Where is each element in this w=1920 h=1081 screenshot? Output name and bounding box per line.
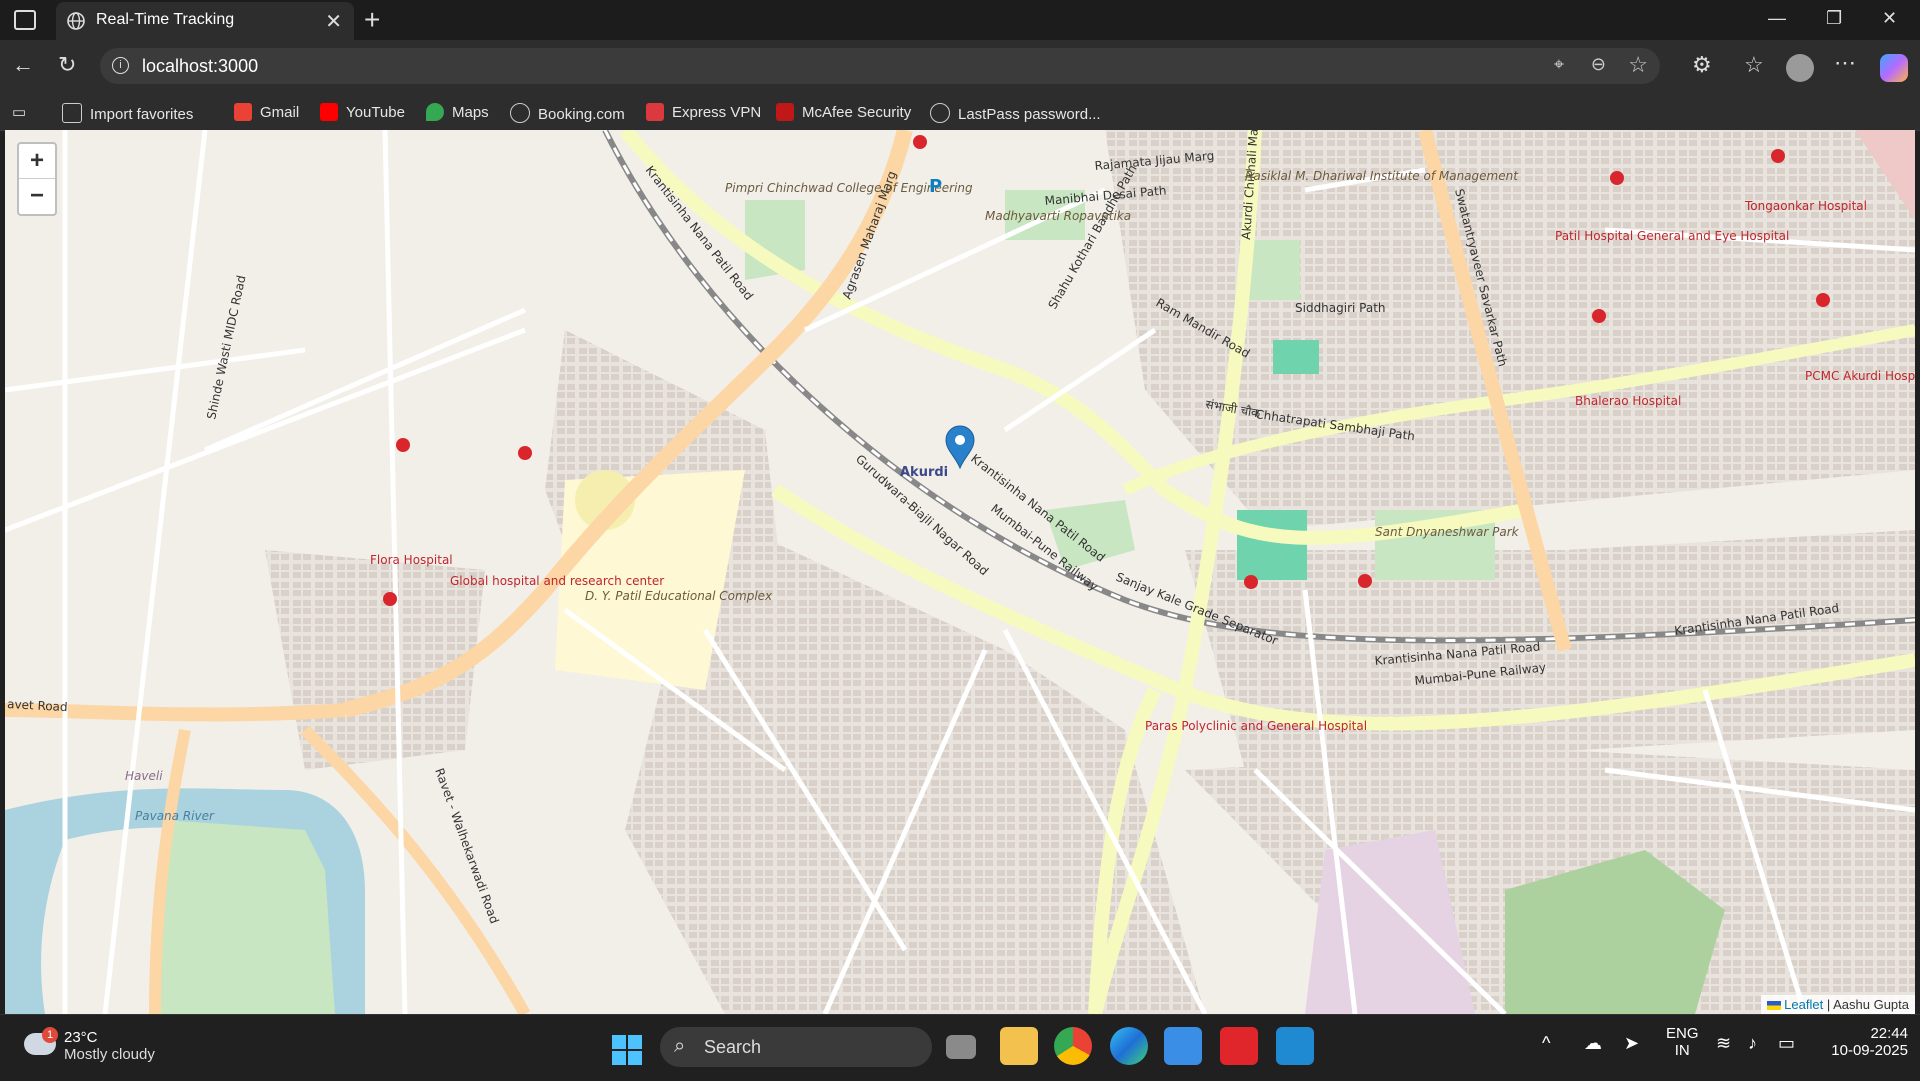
chevron-up-icon[interactable]: ^ xyxy=(1542,1033,1550,1054)
place-label: Pavana River xyxy=(135,809,215,823)
place-label: Haveli xyxy=(125,769,163,783)
globe-icon xyxy=(930,103,950,123)
globe-icon xyxy=(510,103,530,123)
back-icon[interactable]: ← xyxy=(12,52,34,78)
zoom-out-button[interactable]: − xyxy=(19,179,55,213)
zoom-out-icon[interactable]: ⊖ xyxy=(1591,54,1606,75)
hospital-label: Flora Hospital xyxy=(370,553,453,567)
fav-mcafee[interactable]: McAfee Security xyxy=(776,103,911,121)
fav-maps[interactable]: Maps xyxy=(426,103,489,121)
tab-close-icon[interactable]: ✕ xyxy=(325,9,342,34)
import-icon xyxy=(62,103,82,123)
fav-gmail[interactable]: Gmail xyxy=(234,103,299,121)
favorites-icon[interactable]: ☆ xyxy=(1744,52,1764,78)
map-tiles[interactable]: Krantisinha Nana Patil Road Agrasen Maha… xyxy=(5,130,1915,1014)
map-attribution: Leaflet | Aashu Gupta xyxy=(1760,995,1915,1014)
globe-icon xyxy=(67,12,85,30)
more-options-icon[interactable]: ⋯ xyxy=(1834,50,1856,76)
address-bar[interactable]: i localhost:3000 ⌖ ⊖ ☆ xyxy=(100,48,1660,84)
flag-icon xyxy=(1766,1001,1781,1010)
browser-toolbar: ← ↻ i localhost:3000 ⌖ ⊖ ☆ ⚙ ☆ ⋯ xyxy=(0,40,1920,96)
place-label: D. Y. Patil Educational Complex xyxy=(585,589,773,603)
chrome-icon[interactable] xyxy=(1054,1027,1092,1065)
clock[interactable]: 22:44 10-09-2025 xyxy=(1812,1025,1908,1059)
profile-avatar[interactable] xyxy=(1786,54,1814,82)
zoom-in-button[interactable]: + xyxy=(19,144,55,179)
telegram-icon[interactable]: ➤ xyxy=(1624,1033,1639,1054)
new-tab-button[interactable]: + xyxy=(364,4,380,36)
language-indicator[interactable]: ENG IN xyxy=(1666,1025,1699,1059)
weather-condition: Mostly cloudy xyxy=(64,1046,155,1063)
edge-icon[interactable] xyxy=(1110,1027,1148,1065)
attribution-author: Aashu Gupta xyxy=(1833,997,1909,1012)
windows-start-icon[interactable] xyxy=(612,1035,642,1065)
place-label: Rasiklal M. Dhariwal Institute of Manage… xyxy=(1245,169,1519,183)
weather-temp: 23°C xyxy=(64,1029,98,1046)
gmail-icon xyxy=(234,103,252,121)
clock-time: 22:44 xyxy=(1870,1025,1908,1042)
map-container[interactable]: Krantisinha Nana Patil Road Agrasen Maha… xyxy=(5,130,1915,1014)
hospital-label: Patil Hospital General and Eye Hospital xyxy=(1555,229,1789,243)
fav-express-vpn[interactable]: Express VPN xyxy=(646,103,761,121)
taskbar-search[interactable]: ⌕ Search xyxy=(660,1027,932,1067)
volume-icon[interactable]: ♪ xyxy=(1748,1033,1757,1054)
svg-text:P: P xyxy=(929,176,942,197)
leaflet-link[interactable]: Leaflet xyxy=(1784,997,1823,1012)
tab-real-time-tracking[interactable]: Real-Time Tracking ✕ xyxy=(56,2,354,40)
close-window-button[interactable]: ✕ xyxy=(1882,8,1897,29)
favorites-bar: ▭ Import favorites Gmail YouTube Maps Bo… xyxy=(0,96,1920,131)
maximize-button[interactable]: ❐ xyxy=(1826,8,1842,29)
title-bar: Real-Time Tracking ✕ + — ❐ ✕ xyxy=(0,0,1920,40)
taskbar: 1 23°C Mostly cloudy ⌕ Search ^ ☁ ➤ ENG I… xyxy=(0,1014,1920,1081)
location-icon[interactable]: ⌖ xyxy=(1554,54,1564,75)
wifi-icon[interactable]: ≋ xyxy=(1716,1033,1731,1054)
onedrive-icon[interactable]: ☁ xyxy=(1584,1033,1602,1054)
clock-date: 10-09-2025 xyxy=(1831,1042,1908,1059)
refresh-icon[interactable]: ↻ xyxy=(58,52,76,78)
tab-title: Real-Time Tracking xyxy=(96,11,235,28)
fav-lastpass[interactable]: LastPass password... xyxy=(930,103,1101,123)
store-icon[interactable] xyxy=(1164,1027,1202,1065)
road-label: Siddhagiri Path xyxy=(1295,301,1386,315)
search-label: Search xyxy=(704,1037,762,1057)
file-explorer-icon[interactable] xyxy=(1000,1027,1038,1065)
hospital-label: Paras Polyclinic and General Hospital xyxy=(1145,719,1367,733)
battery-icon[interactable]: ▭ xyxy=(1778,1033,1795,1054)
copilot-icon[interactable] xyxy=(1880,54,1908,82)
attribution-separator: | xyxy=(1823,997,1834,1012)
hospital-label: Tongaonkar Hospital xyxy=(1744,199,1867,213)
wps-office-icon[interactable] xyxy=(1220,1027,1258,1065)
info-icon[interactable]: i xyxy=(112,57,129,74)
sidebar-toggle-icon[interactable] xyxy=(14,10,36,30)
youtube-icon xyxy=(320,103,338,121)
url-text: localhost:3000 xyxy=(142,56,259,76)
expressvpn-icon xyxy=(646,103,664,121)
mcafee-icon xyxy=(776,103,794,121)
search-icon: ⌕ xyxy=(674,1035,686,1057)
hospital-label: Global hospital and research center xyxy=(450,574,664,588)
hospital-label: Bhalerao Hospital xyxy=(1575,394,1681,408)
fav-youtube[interactable]: YouTube xyxy=(320,103,405,121)
minimize-button[interactable]: — xyxy=(1768,8,1786,29)
tab-actions-icon[interactable]: ▭ xyxy=(12,103,26,121)
task-view-icon[interactable] xyxy=(946,1035,976,1059)
maps-icon xyxy=(426,103,444,121)
favorite-star-icon[interactable]: ☆ xyxy=(1628,52,1648,78)
hospital-label: PCMC Akurdi Hospital xyxy=(1805,369,1915,383)
zoom-control: + − xyxy=(17,142,57,216)
extensions-icon[interactable]: ⚙ xyxy=(1692,52,1712,78)
place-label: Madhyavarti Ropavatika xyxy=(985,209,1131,223)
fav-import-favorites[interactable]: Import favorites xyxy=(62,103,193,123)
vscode-icon[interactable] xyxy=(1276,1027,1314,1065)
notification-badge: 1 xyxy=(42,1027,58,1043)
place-label: Sant Dnyaneshwar Park xyxy=(1375,525,1520,539)
station-label: Akurdi xyxy=(900,465,948,480)
fav-booking[interactable]: Booking.com xyxy=(510,103,625,123)
